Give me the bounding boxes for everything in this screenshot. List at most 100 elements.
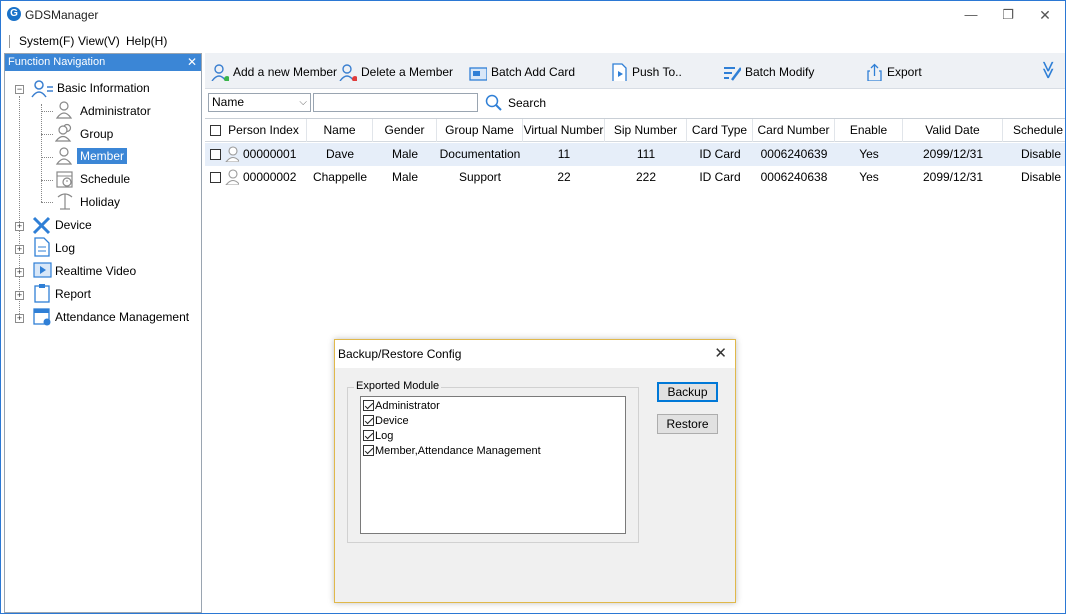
cell-card-number: 0006240638 bbox=[760, 170, 828, 184]
cell-group-name: Support bbox=[458, 170, 502, 184]
tree-attendance-management[interactable]: Attendance Management bbox=[55, 310, 189, 324]
tree-line bbox=[41, 104, 42, 202]
administrator-icon bbox=[55, 101, 73, 119]
module-log[interactable]: Log bbox=[363, 428, 393, 443]
module-list: Administrator Device Log Member,Attendan… bbox=[360, 396, 626, 534]
row-checkbox[interactable] bbox=[210, 149, 221, 160]
tree-administrator[interactable]: Administrator bbox=[80, 104, 151, 118]
search-label: Search bbox=[508, 95, 547, 110]
module-checkbox[interactable] bbox=[363, 445, 374, 456]
nav-header-title: Function Navigation bbox=[8, 56, 106, 68]
batch-modify-button[interactable]: Batch Modify bbox=[723, 62, 814, 82]
search-button[interactable]: Search bbox=[485, 93, 546, 112]
col-schedule[interactable]: Schedule bbox=[1003, 119, 1065, 142]
tree-group[interactable]: Group bbox=[80, 127, 113, 141]
restore-button[interactable]: ❐ bbox=[993, 5, 1023, 25]
tree-line bbox=[41, 202, 53, 203]
nav-close-icon[interactable]: ✕ bbox=[187, 54, 197, 71]
exported-module-label: Exported Module bbox=[354, 380, 442, 392]
add-member-button[interactable]: Add a new Member bbox=[211, 62, 337, 82]
cell-card-number: 0006240639 bbox=[760, 147, 828, 161]
batch-add-card-label: Batch Add Card bbox=[491, 65, 576, 79]
backup-button[interactable]: Backup bbox=[657, 382, 718, 402]
dialog-close-icon[interactable]: ✕ bbox=[714, 344, 727, 362]
col-card-number[interactable]: Card Number bbox=[753, 119, 835, 142]
col-enable[interactable]: Enable bbox=[835, 119, 903, 142]
batch-modify-icon bbox=[724, 67, 741, 81]
app-logo-icon: G bbox=[7, 7, 21, 21]
tree-line bbox=[41, 180, 53, 181]
cell-name: Chappelle bbox=[312, 170, 368, 184]
chevron-down-icon: ⌵ bbox=[299, 97, 307, 108]
log-icon bbox=[34, 237, 50, 257]
module-administrator[interactable]: Administrator bbox=[363, 398, 440, 413]
select-all-checkbox[interactable] bbox=[210, 125, 221, 136]
expand-realtime-video[interactable]: + bbox=[15, 268, 24, 277]
col-gender[interactable]: Gender bbox=[373, 119, 437, 142]
cell-person-index: 00000002 bbox=[243, 170, 297, 184]
group-icon bbox=[55, 123, 72, 142]
main-window: G GDSManager — ❐ ✕ System(F) View(V) Hel… bbox=[0, 0, 1066, 614]
module-label: Log bbox=[375, 429, 394, 442]
table-row[interactable]: 00000002 Chappelle Male Support 22 222 I… bbox=[205, 166, 1065, 189]
expand-log[interactable]: + bbox=[15, 245, 24, 254]
nav-header: Function Navigation ✕ bbox=[5, 54, 201, 71]
cell-sip-number: 222 bbox=[635, 170, 657, 184]
table-row[interactable]: 00000001 Dave Male Documentation 11 111 … bbox=[205, 143, 1065, 166]
batch-add-card-button[interactable]: Batch Add Card bbox=[469, 62, 575, 82]
search-row: Name ⌵ Search bbox=[205, 91, 1065, 115]
expand-device[interactable]: + bbox=[15, 222, 24, 231]
tree-schedule[interactable]: Schedule bbox=[80, 172, 130, 186]
col-name[interactable]: Name bbox=[307, 119, 373, 142]
delete-member-label: Delete a Member bbox=[361, 65, 454, 79]
row-checkbox[interactable] bbox=[210, 172, 221, 183]
report-icon bbox=[34, 284, 50, 303]
backup-restore-dialog: Backup/Restore Config ✕ Exported Module … bbox=[334, 339, 736, 603]
device-icon bbox=[32, 216, 51, 235]
col-sip-number[interactable]: Sip Number bbox=[605, 119, 687, 142]
tree-realtime-video[interactable]: Realtime Video bbox=[55, 264, 136, 278]
cell-card-type: ID Card bbox=[699, 170, 741, 184]
tree-log[interactable]: Log bbox=[55, 241, 75, 255]
menu-help[interactable]: Help(H) bbox=[126, 34, 167, 48]
module-checkbox[interactable] bbox=[363, 430, 374, 441]
minimize-button[interactable]: — bbox=[956, 5, 986, 25]
person-icon bbox=[225, 169, 239, 185]
col-virtual-number[interactable]: Virtual Number bbox=[523, 119, 605, 142]
menu-view[interactable]: View(V) bbox=[78, 34, 120, 48]
push-to-icon bbox=[612, 63, 627, 81]
export-label: Export bbox=[887, 65, 922, 79]
col-person-index[interactable]: Person Index bbox=[221, 119, 307, 142]
cell-valid-date: 2099/12/31 bbox=[922, 170, 984, 184]
basic-info-icon bbox=[31, 80, 53, 98]
search-input[interactable] bbox=[313, 93, 478, 112]
push-to-button[interactable]: Push To.. bbox=[610, 62, 682, 82]
export-button[interactable]: Export bbox=[865, 62, 922, 82]
cell-enable: Yes bbox=[859, 170, 879, 184]
col-valid-date[interactable]: Valid Date bbox=[903, 119, 1003, 142]
collapse-basic-information[interactable]: − bbox=[15, 85, 24, 94]
module-device[interactable]: Device bbox=[363, 413, 409, 428]
video-icon bbox=[33, 262, 52, 278]
module-member-attendance[interactable]: Member,Attendance Management bbox=[363, 443, 541, 458]
tree-member[interactable]: Member bbox=[77, 148, 128, 164]
restore-button[interactable]: Restore bbox=[657, 414, 718, 434]
close-window-button[interactable]: ✕ bbox=[1030, 5, 1060, 25]
filter-field-select[interactable]: Name ⌵ bbox=[208, 93, 311, 112]
module-checkbox[interactable] bbox=[363, 400, 374, 411]
tree-holiday[interactable]: Holiday bbox=[80, 195, 120, 209]
attendance-icon bbox=[33, 308, 51, 326]
col-card-type[interactable]: Card Type bbox=[687, 119, 753, 142]
expand-toolbar-icon[interactable]: ≫ bbox=[1038, 61, 1059, 80]
tree-device[interactable]: Device bbox=[55, 218, 92, 232]
tree-basic-information[interactable]: Basic Information bbox=[57, 81, 150, 95]
col-group-name[interactable]: Group Name bbox=[437, 119, 523, 142]
expand-report[interactable]: + bbox=[15, 291, 24, 300]
delete-member-icon bbox=[339, 64, 357, 81]
search-icon bbox=[485, 94, 502, 111]
tree-report[interactable]: Report bbox=[55, 287, 91, 301]
menu-system[interactable]: System(F) bbox=[19, 34, 74, 48]
module-checkbox[interactable] bbox=[363, 415, 374, 426]
expand-attendance-management[interactable]: + bbox=[15, 314, 24, 323]
delete-member-button[interactable]: Delete a Member bbox=[339, 62, 453, 82]
